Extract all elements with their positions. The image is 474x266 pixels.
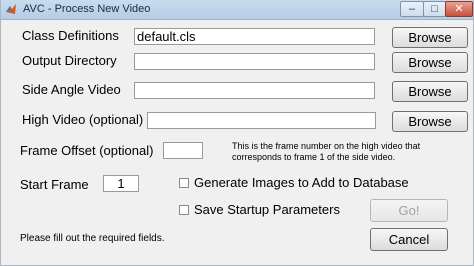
output-directory-field[interactable] xyxy=(134,53,375,70)
save-startup-label[interactable]: Save Startup Parameters xyxy=(194,202,340,217)
side-angle-video-label: Side Angle Video xyxy=(22,82,121,97)
status-message: Please fill out the required fields. xyxy=(20,233,165,244)
side-angle-video-field[interactable] xyxy=(134,82,375,99)
output-directory-browse-button[interactable]: Browse xyxy=(392,52,468,73)
frame-offset-label: Frame Offset (optional) xyxy=(20,143,154,158)
high-video-field[interactable] xyxy=(147,112,376,129)
high-video-browse-button[interactable]: Browse xyxy=(392,111,468,132)
high-video-label: High Video (optional) xyxy=(22,112,144,127)
frame-offset-help-line2: corresponds to frame 1 of the side video… xyxy=(232,152,396,162)
side-angle-video-browse-button[interactable]: Browse xyxy=(392,81,468,102)
start-frame-field[interactable]: 1 xyxy=(103,175,139,192)
save-startup-checkbox[interactable] xyxy=(179,205,189,215)
window-title: AVC - Process New Video xyxy=(23,3,151,15)
minimize-button[interactable]: – xyxy=(400,1,424,17)
title-bar[interactable]: AVC - Process New Video – □ ✕ xyxy=(1,0,473,20)
frame-offset-help-line1: This is the frame number on the high vid… xyxy=(232,141,421,151)
generate-images-checkbox[interactable] xyxy=(179,178,189,188)
matlab-app-icon xyxy=(6,4,16,14)
process-new-video-window: AVC - Process New Video – □ ✕ Class Defi… xyxy=(0,0,474,266)
class-definitions-label: Class Definitions xyxy=(22,28,119,43)
start-frame-label: Start Frame xyxy=(20,177,89,192)
generate-images-label[interactable]: Generate Images to Add to Database xyxy=(194,175,409,190)
class-definitions-field[interactable]: default.cls xyxy=(134,28,375,45)
class-definitions-browse-button[interactable]: Browse xyxy=(392,27,468,48)
frame-offset-field[interactable] xyxy=(163,142,203,159)
cancel-button[interactable]: Cancel xyxy=(370,228,448,251)
go-button[interactable]: Go! xyxy=(370,199,448,222)
close-button[interactable]: ✕ xyxy=(445,1,473,17)
maximize-button[interactable]: □ xyxy=(423,1,446,17)
output-directory-label: Output Directory xyxy=(22,53,117,68)
